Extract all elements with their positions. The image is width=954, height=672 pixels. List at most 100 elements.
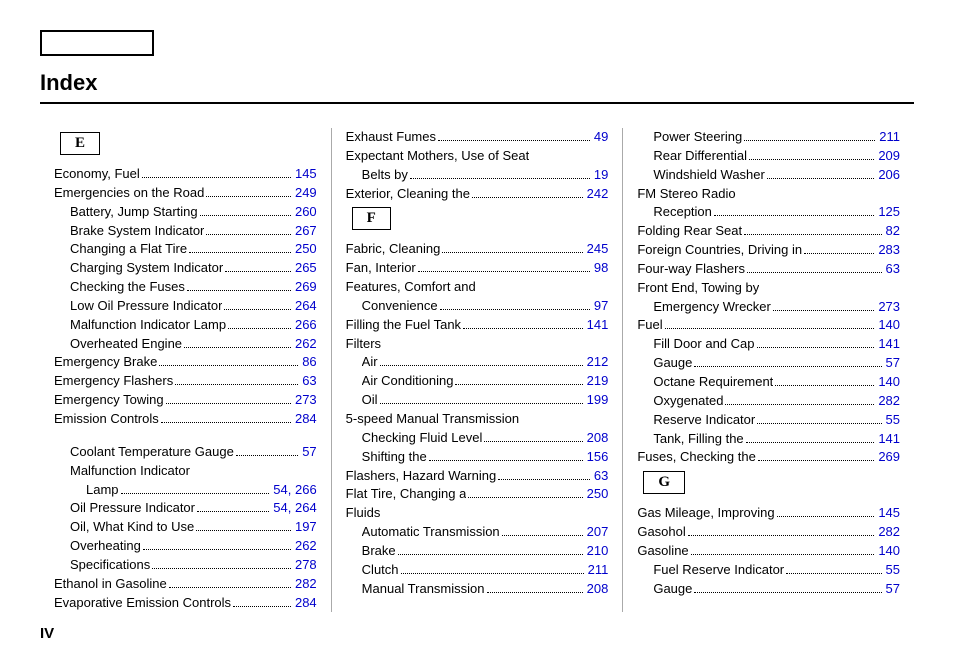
index-entry-page[interactable]: 54, 266: [273, 481, 316, 500]
index-entry-page[interactable]: 206: [878, 166, 900, 185]
index-entry-page[interactable]: 197: [295, 518, 317, 537]
index-entry-page[interactable]: 212: [587, 353, 609, 372]
index-entry-page[interactable]: 125: [878, 203, 900, 222]
index-entry-page[interactable]: 207: [587, 523, 609, 542]
index-entry-page[interactable]: 262: [295, 537, 317, 556]
leader-dots: [665, 328, 875, 329]
index-entry-label: Gasoline: [637, 542, 688, 561]
index-entry-page[interactable]: 140: [878, 316, 900, 335]
leader-dots: [225, 271, 291, 272]
index-entry-page[interactable]: 264: [295, 297, 317, 316]
index-entry-label: Changing a Flat Tire: [70, 240, 187, 259]
index-entry-page[interactable]: 55: [886, 561, 900, 580]
index-entry-page[interactable]: 140: [878, 373, 900, 392]
index-entry-page[interactable]: 265: [295, 259, 317, 278]
index-entry-page[interactable]: 245: [587, 240, 609, 259]
index-entry-page[interactable]: 267: [295, 222, 317, 241]
index-entry-page[interactable]: 141: [587, 316, 609, 335]
index-entry-page[interactable]: 145: [878, 504, 900, 523]
index-entry-page[interactable]: 55: [886, 411, 900, 430]
index-entry-page[interactable]: 54, 264: [273, 499, 316, 518]
index-column-2: Exhaust Fumes49Expectant Mothers, Use of…: [331, 128, 623, 612]
index-entry: Emergency Wrecker 273: [637, 298, 900, 317]
index-entry-page[interactable]: 145: [295, 165, 317, 184]
index-entry-page[interactable]: 63: [302, 372, 316, 391]
index-entry-page[interactable]: 211: [588, 561, 609, 580]
letter-heading-f: F: [352, 207, 391, 230]
index-entry-page[interactable]: 63: [594, 467, 608, 486]
index-entry-page[interactable]: 284: [295, 594, 317, 613]
index-entry-label: Shifting the: [362, 448, 427, 467]
index-entry-page[interactable]: 19: [594, 166, 608, 185]
index-entry-page[interactable]: 266: [295, 316, 317, 335]
index-entry-page[interactable]: 49: [594, 128, 608, 147]
index-entry-page[interactable]: 141: [878, 430, 900, 449]
leader-dots: [401, 573, 584, 574]
index-entry-page[interactable]: 209: [878, 147, 900, 166]
index-entry: Fuel Reserve Indicator55: [637, 561, 900, 580]
index-entry-label: Overheating: [70, 537, 141, 556]
index-entry-page[interactable]: 211: [879, 128, 900, 147]
index-entry-page[interactable]: 141: [878, 335, 900, 354]
index-entry-page[interactable]: 57: [886, 354, 900, 373]
index-entry-page[interactable]: 199: [587, 391, 609, 410]
index-entry-page[interactable]: 208: [587, 580, 609, 599]
page-title: Index: [40, 70, 914, 96]
index-entry-page[interactable]: 250: [295, 240, 317, 259]
index-entry-label: Rear Differential: [653, 147, 747, 166]
index-entry-page[interactable]: 242: [587, 185, 609, 204]
index-entry-page[interactable]: 86: [302, 353, 316, 372]
index-entry-page[interactable]: 250: [587, 485, 609, 504]
index-entry-page[interactable]: 156: [587, 448, 609, 467]
index-entry-page[interactable]: 219: [587, 372, 609, 391]
index-entry-page[interactable]: 140: [878, 542, 900, 561]
index-entry: Exhaust Fumes49: [346, 128, 609, 147]
index-entry: Oil Pressure Indicator54, 264: [54, 499, 317, 518]
index-entry-page[interactable]: 269: [878, 448, 900, 467]
index-entry-page[interactable]: 282: [878, 523, 900, 542]
index-entry-page[interactable]: 262: [295, 335, 317, 354]
index-entry: Coolant Temperature Gauge57: [54, 443, 317, 462]
index-entry-label: Reserve Indicator: [653, 411, 755, 430]
index-entry-page[interactable]: 282: [295, 575, 317, 594]
index-entry-label: Gauge: [653, 354, 692, 373]
index-entry: Windshield Washer 206: [637, 166, 900, 185]
index-entry-page[interactable]: 273: [295, 391, 317, 410]
index-entry-page[interactable]: 210: [587, 542, 609, 561]
index-entry-page[interactable]: 284: [295, 410, 317, 429]
index-entry-page[interactable]: 282: [878, 392, 900, 411]
leader-dots: [472, 197, 583, 198]
index-entry: Emergency Flashers63: [54, 372, 317, 391]
index-entry-page[interactable]: 208: [587, 429, 609, 448]
index-entry-page[interactable]: 273: [878, 298, 900, 317]
index-entry-page[interactable]: 278: [295, 556, 317, 575]
index-entry-page[interactable]: 57: [886, 580, 900, 599]
index-entry-label: Gauge: [653, 580, 692, 599]
leader-dots: [440, 309, 590, 310]
leader-dots: [398, 554, 583, 555]
index-entry: Belts by19: [346, 166, 609, 185]
title-rule: [40, 102, 914, 104]
index-entry: Air212: [346, 353, 609, 372]
index-entry-page[interactable]: 97: [594, 297, 608, 316]
leader-dots: [206, 196, 291, 197]
index-entry: Fuses, Checking the269: [637, 448, 900, 467]
index-entry-page[interactable]: 82: [886, 222, 900, 241]
leader-dots: [744, 140, 875, 141]
index-entry-page[interactable]: 98: [594, 259, 608, 278]
index-entry: Checking the Fuses269: [54, 278, 317, 297]
index-entry-page[interactable]: 283: [878, 241, 900, 260]
index-entry-label: Brake: [362, 542, 396, 561]
leader-dots: [468, 497, 582, 498]
index-entry-page[interactable]: 63: [886, 260, 900, 279]
index-entry-label: Emergency Wrecker: [653, 298, 771, 317]
index-entry-label: Malfunction Indicator: [70, 462, 190, 481]
index-entry-label: Windshield Washer: [653, 166, 765, 185]
index-entry: Oil, What Kind to Use197: [54, 518, 317, 537]
index-entry-page[interactable]: 249: [295, 184, 317, 203]
index-entry-page[interactable]: 260: [295, 203, 317, 222]
index-entry-page[interactable]: 269: [295, 278, 317, 297]
index-entry: Oil199: [346, 391, 609, 410]
index-entry: Front End, Towing by: [637, 279, 900, 298]
index-entry-page[interactable]: 57: [302, 443, 316, 462]
